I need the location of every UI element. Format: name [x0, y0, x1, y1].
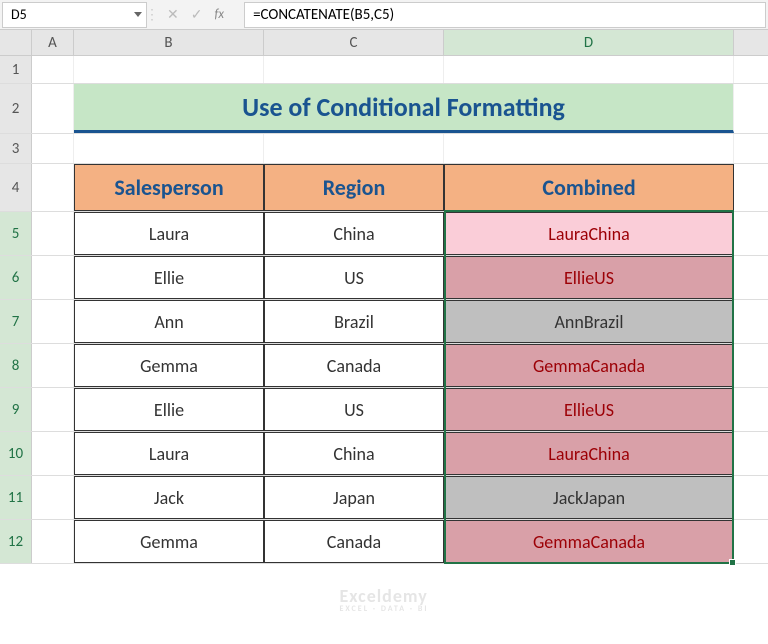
grid-row: 2 Use of Conditional Formatting	[0, 84, 768, 134]
cell-combined[interactable]: AnnBrazil	[444, 300, 734, 343]
cell[interactable]	[32, 344, 74, 387]
cell[interactable]	[32, 212, 74, 255]
grid-row: 12GemmaCanadaGemmaCanada	[0, 520, 768, 564]
watermark-sub: EXCEL · DATA · BI	[340, 604, 429, 614]
grid-row: 9EllieUSEllieUS	[0, 388, 768, 432]
col-header-D[interactable]: D	[444, 30, 734, 55]
header-combined[interactable]: Combined	[444, 164, 734, 211]
cell-combined[interactable]: EllieUS	[444, 388, 734, 431]
divider: ⋮	[147, 6, 157, 23]
formula-text: =CONCATENATE(B5,C5)	[253, 6, 394, 24]
row-header-7[interactable]: 7	[0, 300, 32, 343]
formula-bar: D5 ⋮ ✕ ✓ fx =CONCATENATE(B5,C5)	[0, 0, 768, 30]
cell[interactable]	[74, 56, 264, 83]
row-header-9[interactable]: 9	[0, 388, 32, 431]
row-header-4[interactable]: 4	[0, 164, 32, 211]
row-header-6[interactable]: 6	[0, 256, 32, 299]
name-box[interactable]: D5	[2, 2, 147, 28]
grid-row: 10LauraChinaLauraChina	[0, 432, 768, 476]
cell-region[interactable]: US	[264, 388, 444, 431]
row-header-5[interactable]: 5	[0, 212, 32, 255]
cell-region[interactable]: Brazil	[264, 300, 444, 343]
grid-row: 3	[0, 134, 768, 164]
grid-row: 1	[0, 56, 768, 84]
cell-combined[interactable]: JackJapan	[444, 476, 734, 519]
row-header-2[interactable]: 2	[0, 84, 32, 133]
cell-salesperson[interactable]: Gemma	[74, 520, 264, 563]
grid-row: 5LauraChinaLauraChina	[0, 212, 768, 256]
col-header-A[interactable]: A	[32, 30, 74, 55]
watermark-main: Exceldemy	[340, 585, 429, 607]
fx-icon[interactable]: fx	[214, 7, 234, 22]
formula-bar-icons: ✕ ✓ fx	[157, 6, 244, 23]
name-box-value: D5	[11, 6, 27, 23]
select-all-cell[interactable]	[0, 30, 32, 55]
grid-row: 8GemmaCanadaGemmaCanada	[0, 344, 768, 388]
cell-combined[interactable]: LauraChina	[444, 212, 734, 255]
header-region[interactable]: Region	[264, 164, 444, 211]
cell-salesperson[interactable]: Laura	[74, 212, 264, 255]
header-salesperson[interactable]: Salesperson	[74, 164, 264, 211]
grid-row: 11JackJapanJackJapan	[0, 476, 768, 520]
cell[interactable]	[32, 164, 74, 211]
cell[interactable]	[264, 134, 444, 163]
cell-salesperson[interactable]: Ann	[74, 300, 264, 343]
confirm-icon[interactable]: ✓	[191, 6, 203, 23]
cell[interactable]	[32, 520, 74, 563]
cell-region[interactable]: China	[264, 432, 444, 475]
cell[interactable]	[32, 432, 74, 475]
row-header-10[interactable]: 10	[0, 432, 32, 475]
cell[interactable]	[32, 476, 74, 519]
cell-combined[interactable]: GemmaCanada	[444, 520, 734, 563]
grid-row: 7AnnBrazilAnnBrazil	[0, 300, 768, 344]
grid-row: 4 Salesperson Region Combined	[0, 164, 768, 212]
watermark: Exceldemy EXCEL · DATA · BI	[340, 585, 429, 614]
cell[interactable]	[32, 300, 74, 343]
col-header-C[interactable]: C	[264, 30, 444, 55]
spreadsheet-grid: 1 2 Use of Conditional Formatting 3 4 Sa…	[0, 56, 768, 564]
cell-region[interactable]: US	[264, 256, 444, 299]
cell-combined[interactable]: GemmaCanada	[444, 344, 734, 387]
cell[interactable]	[444, 56, 734, 83]
cell-region[interactable]: Canada	[264, 520, 444, 563]
row-header-3[interactable]: 3	[0, 134, 32, 163]
col-header-B[interactable]: B	[74, 30, 264, 55]
cell-salesperson[interactable]: Ellie	[74, 388, 264, 431]
cell-region[interactable]: Canada	[264, 344, 444, 387]
cell-salesperson[interactable]: Ellie	[74, 256, 264, 299]
grid-row: 6EllieUSEllieUS	[0, 256, 768, 300]
cell-region[interactable]: China	[264, 212, 444, 255]
row-header-11[interactable]: 11	[0, 476, 32, 519]
row-header-8[interactable]: 8	[0, 344, 32, 387]
cell[interactable]	[32, 56, 74, 83]
row-header-1[interactable]: 1	[0, 56, 32, 83]
cell-combined[interactable]: EllieUS	[444, 256, 734, 299]
cell-region[interactable]: Japan	[264, 476, 444, 519]
column-headers: A B C D	[0, 30, 768, 56]
row-header-12[interactable]: 12	[0, 520, 32, 563]
cell-combined[interactable]: LauraChina	[444, 432, 734, 475]
cell-salesperson[interactable]: Gemma	[74, 344, 264, 387]
cell[interactable]	[32, 84, 74, 133]
cell[interactable]	[444, 134, 734, 163]
cell-salesperson[interactable]: Jack	[74, 476, 264, 519]
cell[interactable]	[74, 134, 264, 163]
chevron-down-icon[interactable]	[134, 12, 142, 17]
title-cell[interactable]: Use of Conditional Formatting	[74, 84, 734, 133]
cancel-icon[interactable]: ✕	[167, 6, 179, 23]
cell-salesperson[interactable]: Laura	[74, 432, 264, 475]
cell[interactable]	[264, 56, 444, 83]
formula-input[interactable]: =CONCATENATE(B5,C5)	[244, 2, 766, 28]
cell[interactable]	[32, 256, 74, 299]
cell[interactable]	[32, 388, 74, 431]
cell[interactable]	[32, 134, 74, 163]
